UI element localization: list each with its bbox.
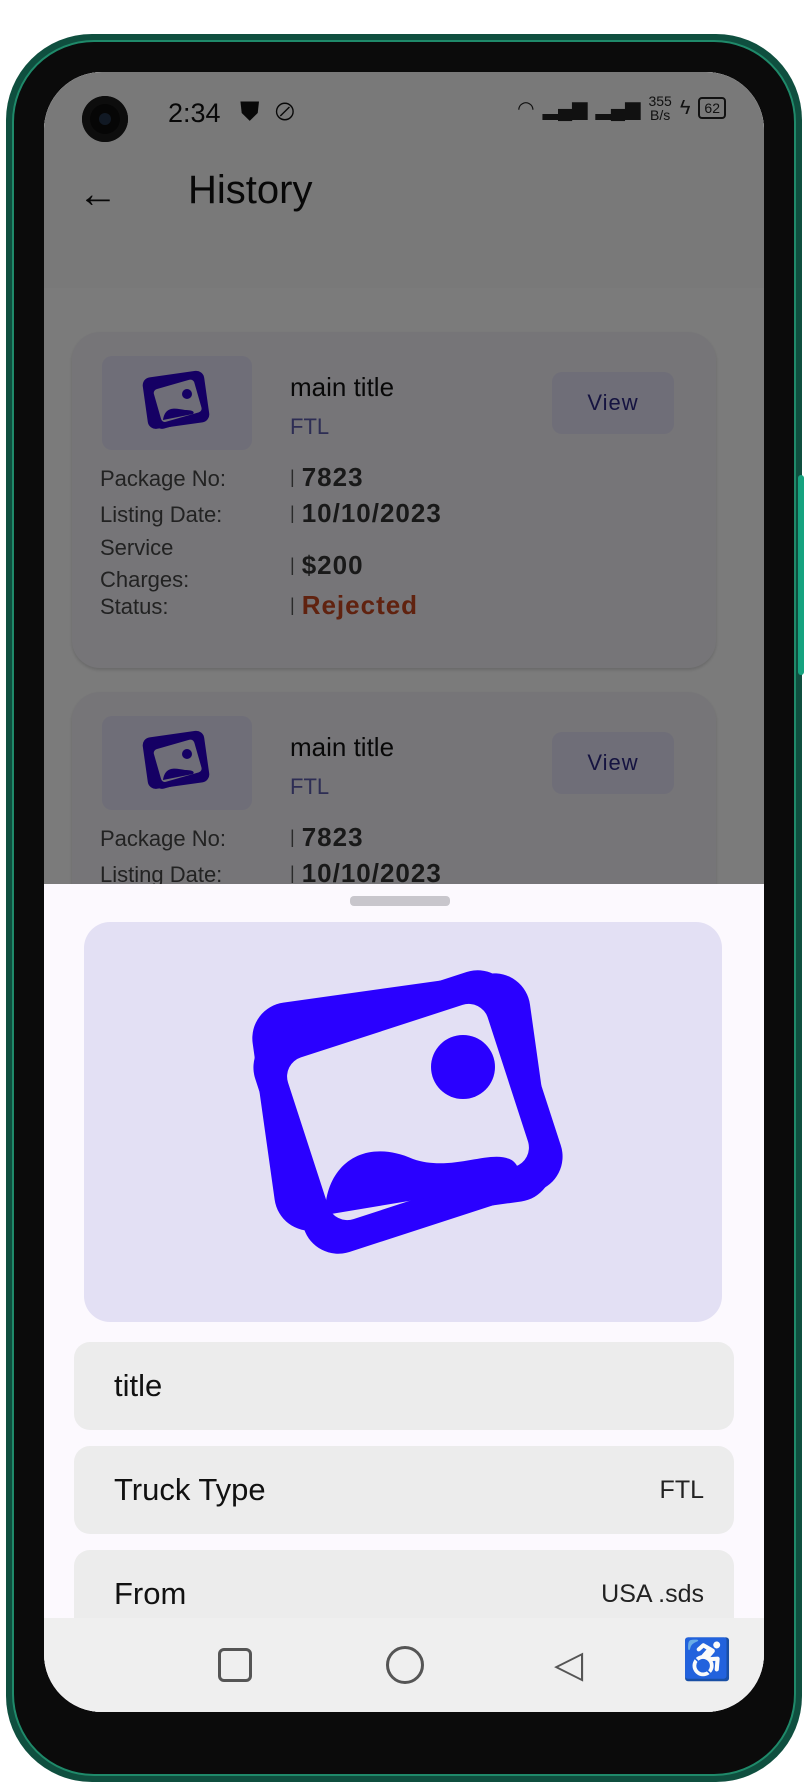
recents-icon[interactable] <box>218 1648 252 1682</box>
truck-type-value: FTL <box>659 1476 704 1504</box>
system-nav-bar: ◁ ♿ <box>44 1618 764 1712</box>
truck-type-label: Truck Type <box>114 1472 266 1507</box>
from-label: From <box>114 1576 187 1611</box>
from-value: USA .sds <box>601 1580 704 1608</box>
screen: 2:34 ⛊ ⊘ ◠ ▂▄▆ ▂▄▆ 355B/s ϟ 62 ← History <box>44 72 764 1712</box>
drag-handle[interactable] <box>350 896 450 906</box>
title-field: title <box>74 1342 734 1430</box>
bottom-sheet: title Truck Type FTL From USA .sds <box>44 884 764 1712</box>
home-icon[interactable] <box>386 1646 424 1684</box>
phone-side-button <box>798 475 804 675</box>
accessibility-icon[interactable]: ♿ <box>682 1636 732 1683</box>
title-label: title <box>114 1368 163 1403</box>
back-triangle-icon[interactable]: ◁ <box>554 1642 583 1687</box>
hero-image <box>84 922 722 1322</box>
images-icon <box>252 970 563 1254</box>
truck-type-field: Truck Type FTL <box>74 1446 734 1534</box>
